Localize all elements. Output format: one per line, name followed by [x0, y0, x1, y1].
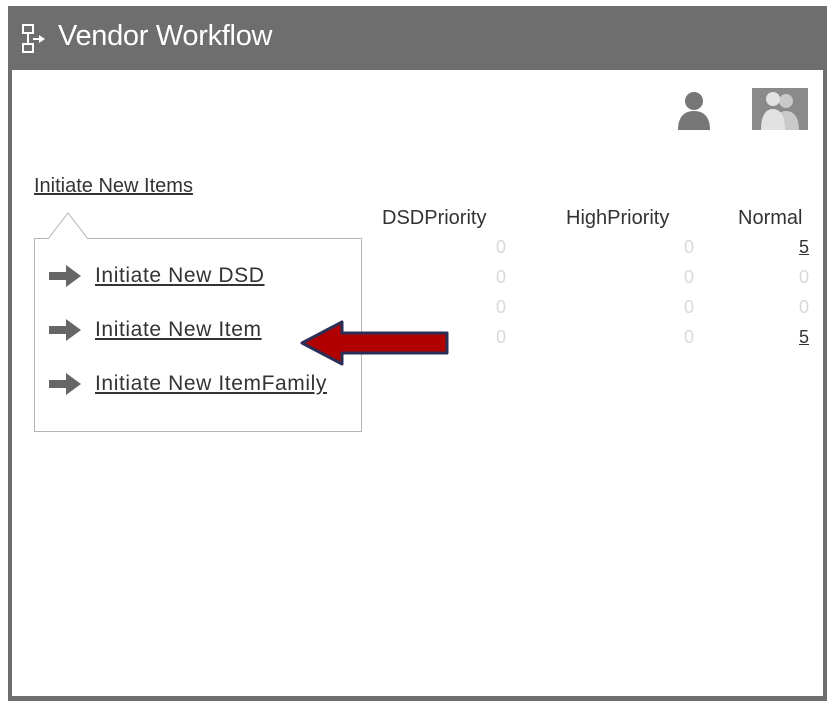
- popup-caret: [48, 212, 88, 240]
- menu-item-initiate-new-item[interactable]: Initiate New Item: [49, 315, 262, 345]
- cell-dsdpriority: 0: [495, 297, 506, 317]
- cell-highpriority: 0: [683, 297, 694, 317]
- workflow-panel: Initiate New Items Initiate New DSD Init…: [12, 70, 823, 696]
- initiate-new-items-link[interactable]: Initiate New Items: [34, 175, 193, 198]
- column-header-highpriority: HighPriority: [566, 207, 670, 229]
- arrow-right-icon: [49, 265, 81, 287]
- title-bar: Vendor Workflow: [8, 6, 827, 70]
- cell-normal-link[interactable]: 5: [785, 327, 809, 348]
- window-title: Vendor Workflow: [58, 20, 273, 52]
- group-icon[interactable]: [752, 88, 808, 130]
- menu-item-initiate-new-dsd[interactable]: Initiate New DSD: [49, 261, 265, 291]
- menu-item-label: Initiate New DSD: [95, 264, 265, 287]
- column-header-normal: Normal: [738, 207, 803, 229]
- cell-highpriority: 0: [683, 267, 694, 287]
- cell-normal: 0: [798, 267, 809, 287]
- arrow-right-icon: [49, 373, 81, 395]
- annotation-arrow-left-icon: [300, 320, 449, 366]
- column-header-dsdpriority: DSDPriority: [382, 207, 487, 229]
- cell-normal-link[interactable]: 5: [785, 237, 809, 258]
- user-icon[interactable]: [677, 90, 711, 130]
- cell-highpriority: 0: [683, 327, 694, 347]
- vendor-workflow-window: Vendor Workflow Initiate New Items Initi…: [8, 6, 827, 701]
- cell-normal: 0: [798, 297, 809, 317]
- arrow-right-icon: [49, 319, 81, 341]
- cell-highpriority: 0: [683, 237, 694, 257]
- menu-item-label: Initiate New ItemFamily: [95, 372, 328, 395]
- cell-dsdpriority: 0: [495, 327, 506, 347]
- cell-dsdpriority: 0: [495, 267, 506, 287]
- menu-item-initiate-new-itemfamily[interactable]: Initiate New ItemFamily: [49, 369, 327, 399]
- cell-dsdpriority: 0: [495, 237, 506, 257]
- workflow-icon: [22, 24, 45, 53]
- menu-item-label: Initiate New Item: [95, 318, 262, 341]
